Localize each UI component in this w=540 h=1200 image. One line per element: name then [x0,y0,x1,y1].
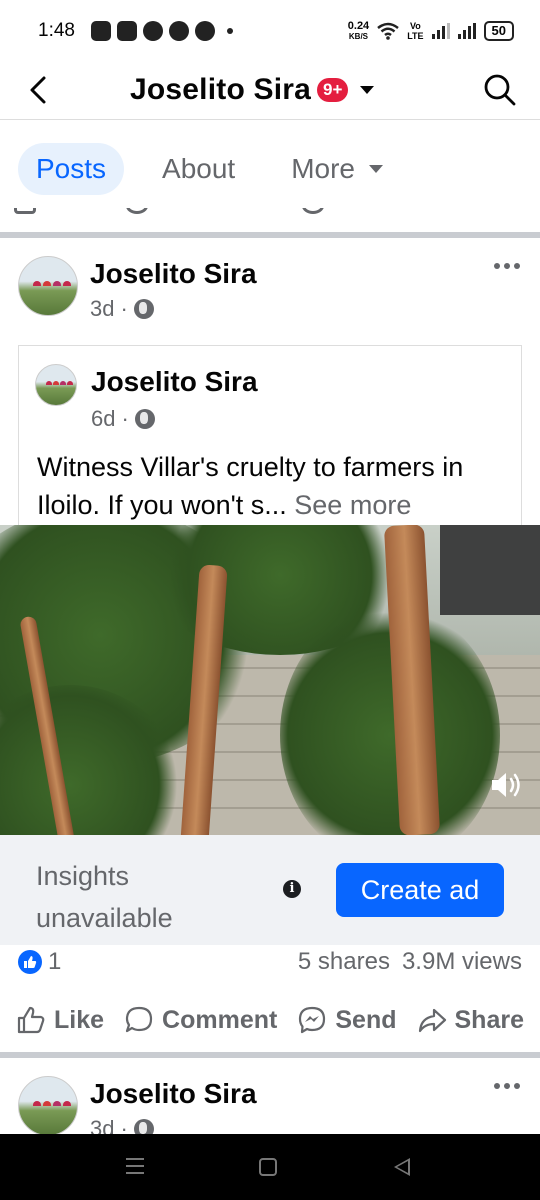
shared-post[interactable]: Joselito Sira 6d · Witness Villar's crue… [18,345,522,545]
shared-post-meta: 6d · [91,406,155,432]
network-speed: 0.24 KB/S [347,19,370,42]
messenger-notification-icon [116,21,137,41]
comment-icon [125,1006,153,1033]
like-button[interactable]: Like [16,1005,104,1035]
globe-icon [133,299,154,319]
signal-strength-icon [431,23,450,39]
insights-bar: Insights unavailable i Create ad [0,835,540,945]
video-player[interactable] [0,525,540,835]
status-time: 1:48 [38,20,75,41]
meta-separator: · [120,296,128,321]
comment-button[interactable]: Comment [124,1005,277,1035]
share-label: Share [454,1005,524,1034]
view-count: 3.9M views [401,948,522,975]
like-icon [17,1006,45,1034]
system-navigation-bar [0,1134,540,1200]
volte-label: Vo [409,21,421,31]
share-button[interactable]: Share [417,1005,524,1035]
tab-about[interactable]: About [144,143,253,195]
reaction-count[interactable]: 1 [48,948,61,976]
chevron-down-icon [360,86,375,94]
more-options-icon[interactable] [492,256,522,276]
post-meta: 3d · [90,296,154,322]
recent-apps-icon[interactable] [126,1158,144,1179]
tab-more[interactable]: More [273,143,401,195]
shared-post-author[interactable]: Joselito Sira [91,366,258,398]
post-time[interactable]: 3d [90,296,114,322]
messenger-icon [299,1006,326,1034]
send-button[interactable]: Send [297,1005,396,1035]
send-icon [302,208,324,214]
previous-post-actions [0,208,540,232]
facebook-notification-icon [168,21,189,41]
avatar[interactable] [18,1076,78,1136]
post-author[interactable]: Joselito Sira [90,258,257,290]
post-actions: Like Comment Send Share [0,995,540,1045]
like-icon [14,208,36,214]
globe-icon [134,409,155,429]
avatar[interactable] [18,256,78,316]
network-speed-value: 0.24 [347,19,370,32]
system-back-icon[interactable] [394,1158,410,1176]
meta-separator: · [121,406,129,431]
shared-post-text: Witness Villar's cruelty to farmers in I… [37,448,517,524]
tab-posts[interactable]: Posts [18,143,125,195]
volte-indicator: Vo LTE [407,21,423,41]
share-icon [419,208,451,214]
status-bar: 1:48 0.24 KB/S Vo LTE 50 [0,0,540,62]
facebook-notification-icon [142,21,163,41]
wifi-icon [377,22,399,40]
notification-badge: 9+ [317,78,349,102]
create-ad-button[interactable]: Create ad [336,863,504,917]
back-arrow-icon[interactable] [22,72,58,108]
shared-post-time[interactable]: 6d [91,406,115,432]
notification-icons [90,21,233,41]
network-speed-unit: KB/S [348,31,369,41]
like-label: Like [54,1005,105,1034]
page-title: Joselito Sira [130,73,312,106]
messenger-notification-icon [90,21,111,41]
post-stats: 1 5 shares 3.9M views [0,945,540,985]
volume-icon[interactable] [488,767,524,803]
more-options-icon[interactable] [492,1076,522,1096]
insights-status: Insights unavailable [36,861,173,933]
info-icon[interactable]: i [283,880,301,898]
avatar[interactable] [35,364,77,406]
lte-label: LTE [407,31,424,41]
home-icon[interactable] [259,1158,277,1176]
see-more-link[interactable]: See more [294,490,411,520]
post-divider [0,232,540,238]
video-roof [440,525,540,615]
more-notifications-dot-icon [226,28,233,34]
next-post-author[interactable]: Joselito Sira [90,1078,257,1110]
share-icon [418,1008,446,1033]
chevron-down-icon [369,165,383,173]
send-label: Send [335,1005,397,1034]
like-reaction-icon[interactable] [18,950,42,974]
battery-icon: 50 [483,21,514,41]
search-icon[interactable] [482,72,518,108]
post-header: Joselito Sira 3d · [18,256,522,326]
comment-label: Comment [162,1005,278,1034]
signal-strength-icon [457,23,476,39]
profile-tabs: Posts About More [0,130,540,208]
comment-icon [126,208,148,214]
post-divider [0,1052,540,1058]
page-header: Joselito Sira 9+ [0,62,540,120]
tab-more-label: More [291,153,355,184]
profile-switcher[interactable]: Joselito Sira 9+ [130,70,375,110]
facebook-notification-icon [194,21,215,41]
share-count[interactable]: 5 shares [298,948,390,976]
